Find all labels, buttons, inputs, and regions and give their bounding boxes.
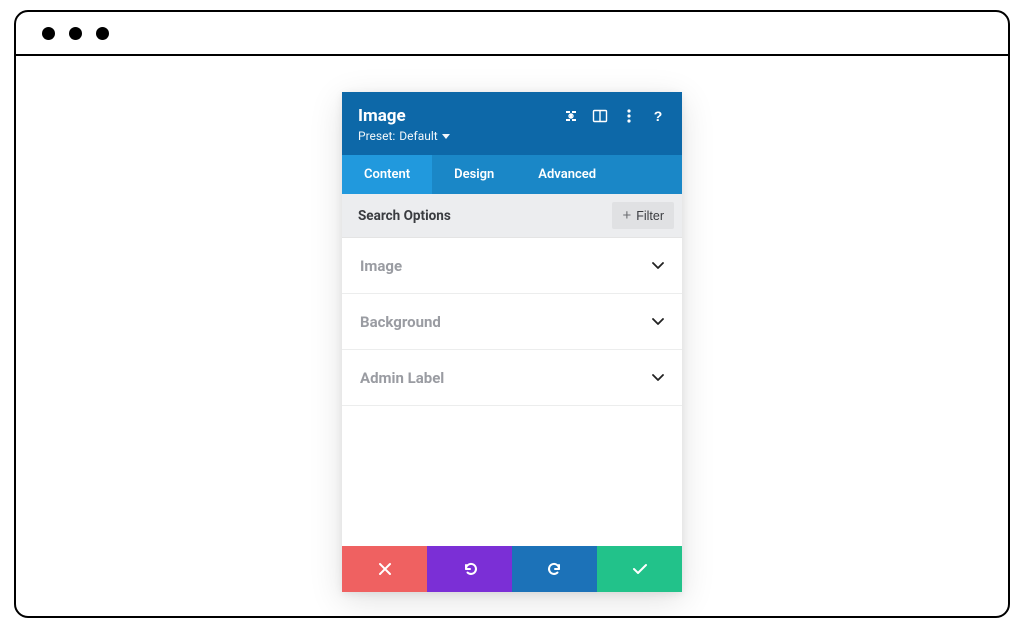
tab-advanced[interactable]: Advanced [516,155,618,194]
svg-text:?: ? [654,108,663,124]
filter-label: Filter [636,209,664,223]
settings-panel: Image Preset: Default [342,92,682,592]
caret-down-icon [442,134,450,139]
search-options-row: Search Options + Filter [342,194,682,238]
tab-design[interactable]: Design [432,155,516,194]
action-bar [342,546,682,592]
tabs: Content Design Advanced [342,155,682,194]
filter-button[interactable]: + Filter [612,202,674,229]
chevron-down-icon [652,372,664,384]
save-button[interactable] [597,546,682,592]
undo-button[interactable] [427,546,512,592]
section-background[interactable]: Background [342,294,682,350]
panel-header: Image Preset: Default [342,92,682,155]
preset-prefix: Preset: [358,129,395,143]
hover-states-icon[interactable] [592,108,608,124]
cancel-button[interactable] [342,546,427,592]
traffic-light-maximize-icon[interactable] [96,27,109,40]
redo-button[interactable] [512,546,597,592]
viewport: Image Preset: Default [16,56,1008,616]
section-background-label: Background [360,313,441,331]
section-image-label: Image [360,257,402,275]
traffic-light-minimize-icon[interactable] [69,27,82,40]
plus-icon: + [622,208,631,223]
panel-header-icons: ? [563,106,666,124]
help-icon[interactable]: ? [650,108,666,124]
traffic-light-close-icon[interactable] [42,27,55,40]
section-admin-label-label: Admin Label [360,369,444,387]
preset-selector[interactable]: Preset: Default [358,129,450,143]
section-image[interactable]: Image [342,238,682,294]
search-options-label[interactable]: Search Options [358,208,451,224]
panel-spacer [342,406,682,546]
sections-list: Image Background Admin Label [342,238,682,406]
kebab-menu-icon[interactable] [621,108,637,124]
chevron-down-icon [652,316,664,328]
responsive-view-icon[interactable] [563,108,579,124]
section-admin-label[interactable]: Admin Label [342,350,682,406]
browser-frame: Image Preset: Default [14,10,1010,618]
chevron-down-icon [652,260,664,272]
browser-titlebar [16,12,1008,56]
panel-header-left: Image Preset: Default [358,106,450,143]
panel-title: Image [358,106,450,126]
tab-content[interactable]: Content [342,155,432,194]
preset-value: Default [399,129,437,143]
